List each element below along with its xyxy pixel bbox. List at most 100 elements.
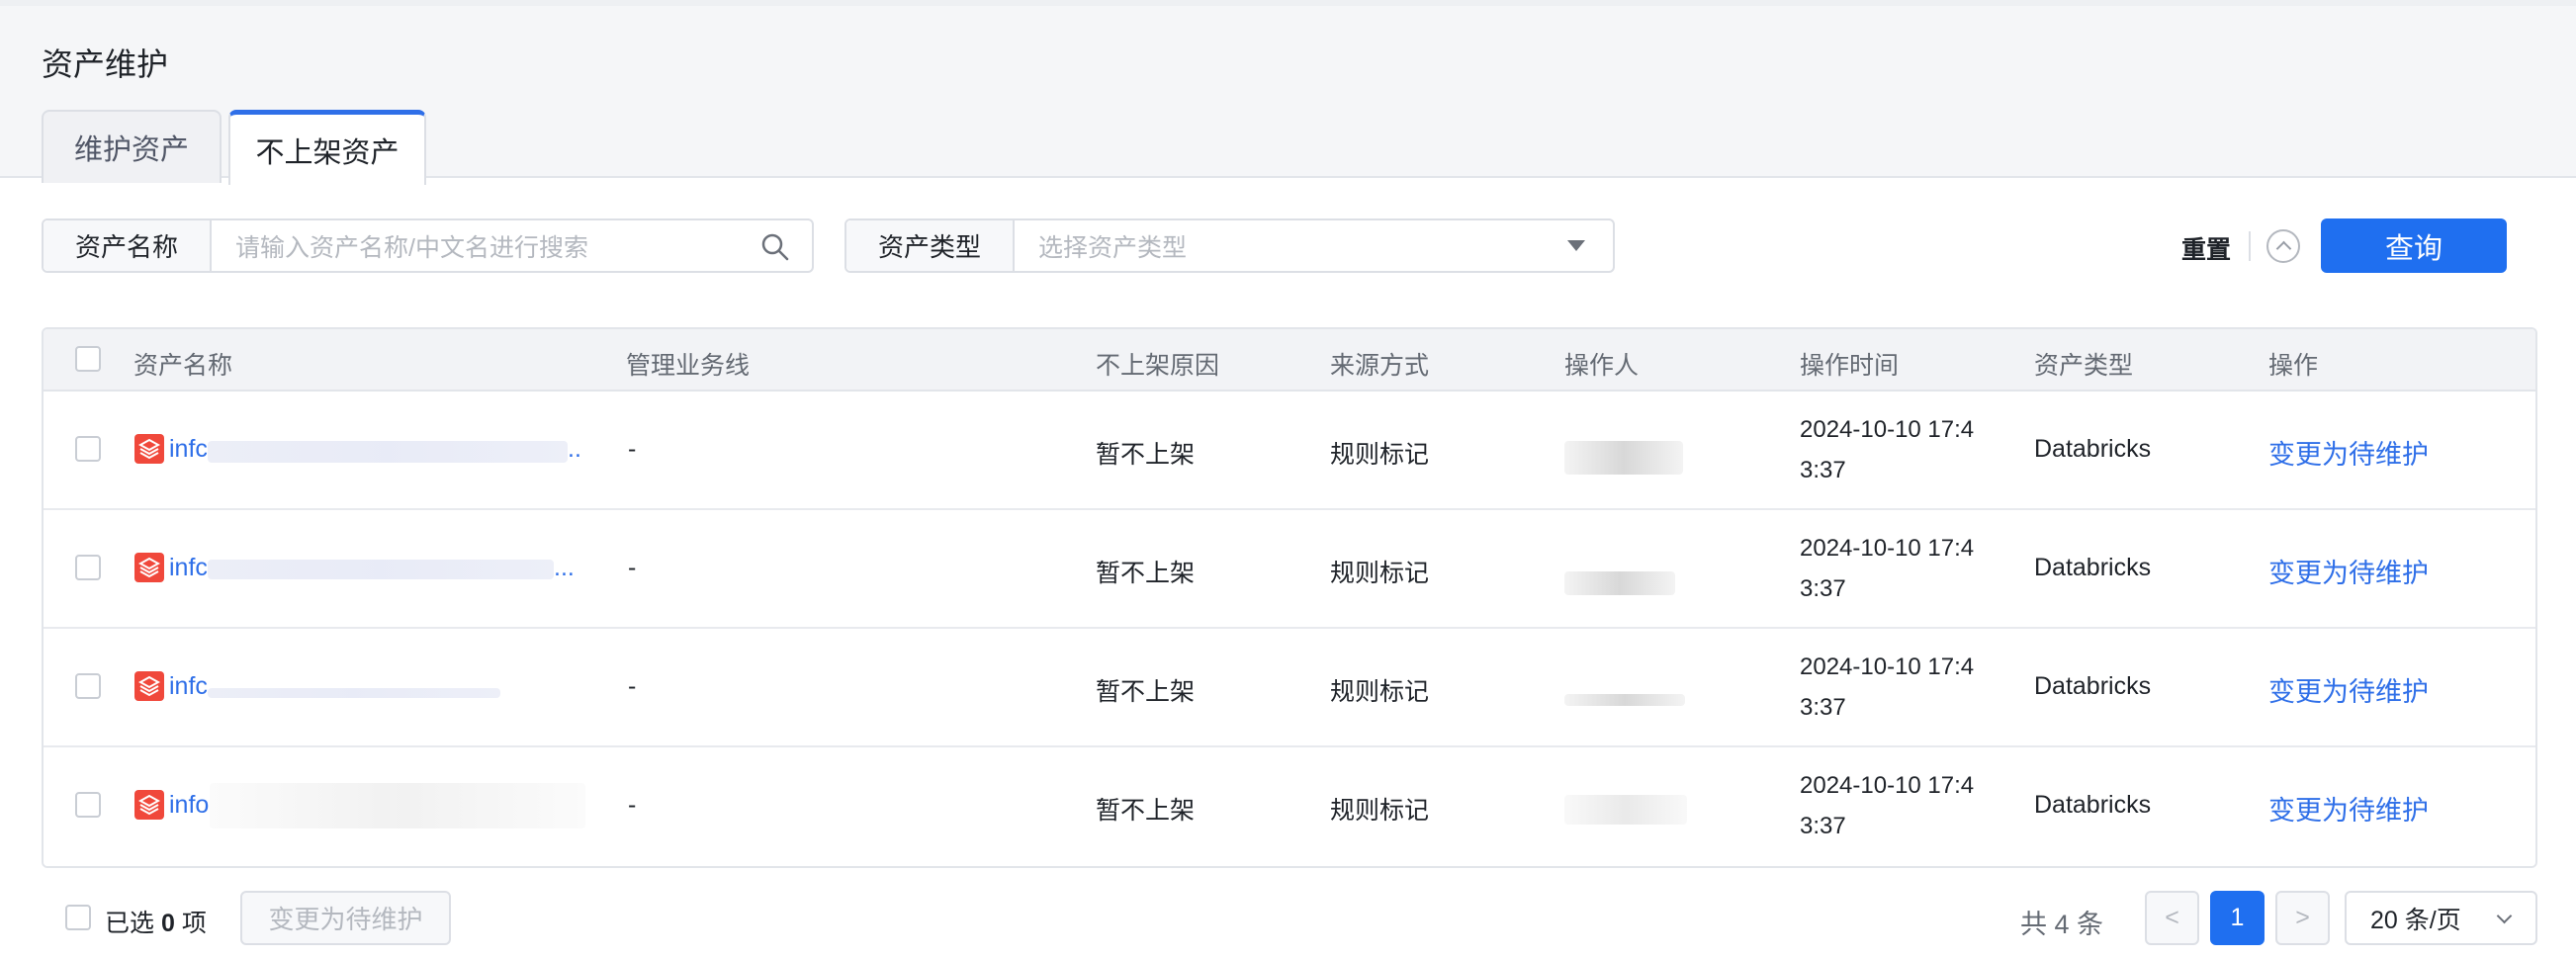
reason: 暂不上架 <box>1096 678 1196 706</box>
col-reason: 不上架原因 <box>1096 352 1220 380</box>
asset-type: Databricks <box>2034 672 2152 700</box>
business-line: - <box>628 554 637 581</box>
reason: 暂不上架 <box>1096 441 1196 469</box>
asset-name-text: infc <box>169 672 208 700</box>
page-size-value: 20 条/页 <box>2370 906 2461 934</box>
redacted-name <box>210 783 585 828</box>
table-row: infc - 暂不上架 规则标记 2024-10-10 17:4 3:37 Da… <box>44 629 2535 747</box>
asset-name-filter: 资产名称 请输入资产名称/中文名进行搜索 <box>42 218 814 273</box>
operation-time-line1: 2024-10-10 17:4 <box>1800 772 1975 799</box>
operation-time-line2: 3:37 <box>1800 575 1846 602</box>
col-source: 来源方式 <box>1330 352 1430 380</box>
unlisted-assets-table: 资产名称 管理业务线 不上架原因 来源方式 操作人 操作时间 资产类型 操作 i… <box>42 327 2537 868</box>
row-checkbox[interactable] <box>75 792 101 818</box>
next-page-button[interactable]: > <box>2275 891 2330 945</box>
selected-suffix: 项 <box>181 910 207 937</box>
asset-name-link[interactable]: infc <box>169 672 208 701</box>
databricks-icon <box>134 553 164 582</box>
selected-prefix: 已选 <box>105 910 155 937</box>
col-asset-name: 资产名称 <box>133 352 233 380</box>
asset-name-ellipsis: .. <box>568 435 581 463</box>
page-size-select[interactable]: 20 条/页 <box>2345 891 2537 945</box>
chevron-down-icon <box>2496 908 2513 924</box>
redacted-operator <box>1564 441 1683 475</box>
change-to-pending-link[interactable]: 变更为待维护 <box>2268 670 2429 709</box>
business-line: - <box>628 791 637 819</box>
asset-type: Databricks <box>2034 791 2152 819</box>
asset-type-filter: 资产类型 选择资产类型 <box>844 218 1615 273</box>
page-title: 资产维护 <box>42 46 169 82</box>
tab-unlisted-assets[interactable]: 不上架资产 <box>228 110 426 185</box>
col-operation-time: 操作时间 <box>1800 352 1900 380</box>
reset-button[interactable]: 重置 <box>2181 230 2231 266</box>
source: 规则标记 <box>1330 797 1430 825</box>
operation-time-line1: 2024-10-10 17:4 <box>1800 654 1975 680</box>
asset-name-link[interactable]: infc <box>169 554 208 582</box>
prev-page-button[interactable]: < <box>2145 891 2199 945</box>
query-button[interactable]: 查询 <box>2321 218 2507 273</box>
change-to-pending-link[interactable]: 变更为待维护 <box>2268 433 2429 472</box>
tab-maintain-assets[interactable]: 维护资产 <box>42 110 222 183</box>
page-header: 资产维护 维护资产 不上架资产 <box>0 6 2576 185</box>
row-checkbox[interactable] <box>75 673 101 699</box>
reason: 暂不上架 <box>1096 560 1196 587</box>
databricks-icon <box>134 434 164 464</box>
table-row: info - 暂不上架 规则标记 2024-10-10 17:4 3:37 Da… <box>44 747 2535 866</box>
operation-time: 2024-10-10 17:4 3:37 <box>1800 528 1974 609</box>
collapse-up-icon[interactable] <box>2266 229 2300 263</box>
change-to-pending-link[interactable]: 变更为待维护 <box>2268 552 2429 590</box>
asset-name-text: infc <box>169 554 208 581</box>
row-checkbox[interactable] <box>75 436 101 462</box>
asset-type-select[interactable]: 选择资产类型 <box>1015 220 1613 271</box>
asset-name-link[interactable]: info <box>169 791 209 820</box>
source: 规则标记 <box>1330 678 1430 706</box>
asset-type-placeholder: 选择资产类型 <box>1038 233 1188 262</box>
change-to-pending-link[interactable]: 变更为待维护 <box>2268 789 2429 828</box>
business-line: - <box>628 435 637 463</box>
operation-time-line2: 3:37 <box>1800 694 1846 721</box>
operation-time-line2: 3:37 <box>1800 457 1846 483</box>
footer-select-all-checkbox[interactable] <box>65 905 91 930</box>
row-checkbox[interactable] <box>75 555 101 580</box>
batch-change-to-pending-button[interactable]: 变更为待维护 <box>240 891 451 945</box>
search-icon[interactable] <box>760 232 790 262</box>
col-asset-type: 资产类型 <box>2034 352 2134 380</box>
reason: 暂不上架 <box>1096 797 1196 825</box>
asset-type-label: 资产类型 <box>846 220 1015 271</box>
select-all-checkbox[interactable] <box>75 346 101 372</box>
selected-count-text: 已选 0 项 <box>105 904 207 939</box>
asset-name-text: infc <box>169 435 208 463</box>
redacted-name <box>208 688 500 698</box>
redacted-name <box>208 560 554 579</box>
databricks-icon <box>134 790 164 820</box>
selected-count: 0 <box>160 910 175 937</box>
asset-type: Databricks <box>2034 554 2152 581</box>
col-action: 操作 <box>2268 352 2319 380</box>
caret-down-icon <box>1567 240 1585 251</box>
operation-time-line1: 2024-10-10 17:4 <box>1800 416 1975 443</box>
table-row: infc ... - 暂不上架 规则标记 2024-10-10 17:4 3:3… <box>44 510 2535 629</box>
col-operator: 操作人 <box>1564 352 1640 380</box>
operation-time-line1: 2024-10-10 17:4 <box>1800 535 1975 562</box>
redacted-operator <box>1564 694 1685 706</box>
divider <box>2249 231 2251 261</box>
operation-time: 2024-10-10 17:4 3:37 <box>1800 409 1974 490</box>
operation-time: 2024-10-10 17:4 3:37 <box>1800 647 1974 728</box>
page-1-button[interactable]: 1 <box>2210 891 2265 945</box>
table-header: 资产名称 管理业务线 不上架原因 来源方式 操作人 操作时间 资产类型 操作 <box>44 329 2535 392</box>
source: 规则标记 <box>1330 441 1430 469</box>
databricks-icon <box>134 671 164 701</box>
redacted-name <box>208 441 568 463</box>
asset-name-search-input[interactable]: 请输入资产名称/中文名进行搜索 <box>212 220 812 271</box>
asset-name-label: 资产名称 <box>44 220 212 271</box>
redacted-operator <box>1564 795 1687 825</box>
business-line: - <box>628 672 637 700</box>
operation-time: 2024-10-10 17:4 3:37 <box>1800 765 1974 846</box>
source: 规则标记 <box>1330 560 1430 587</box>
redacted-operator <box>1564 571 1675 595</box>
col-business-line: 管理业务线 <box>626 352 751 380</box>
asset-name-placeholder: 请输入资产名称/中文名进行搜索 <box>235 233 588 262</box>
total-count: 共 4 条 <box>2020 910 2104 939</box>
asset-name-link[interactable]: infc <box>169 435 208 464</box>
asset-name-text: info <box>169 791 210 819</box>
